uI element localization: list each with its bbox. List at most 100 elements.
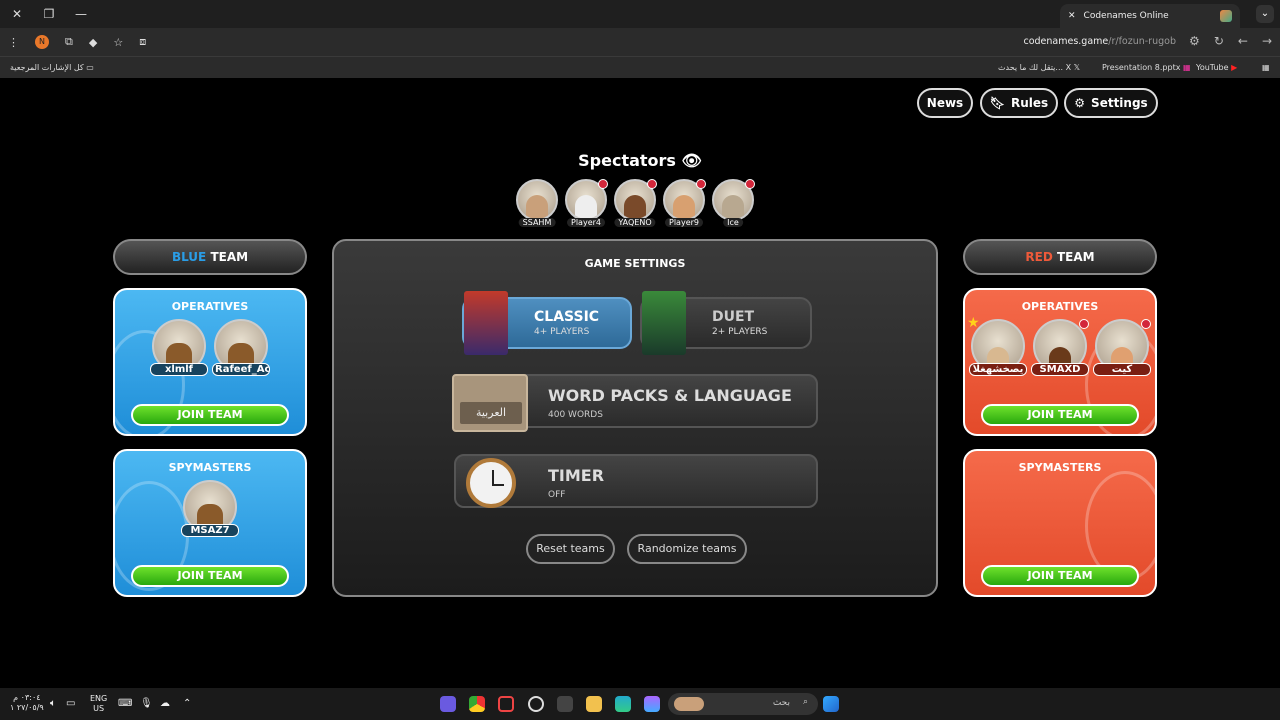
tab-list-icon[interactable]: ⌄ (1256, 5, 1274, 23)
reset-teams-button[interactable]: Reset teams (526, 534, 615, 564)
game-settings-title: GAME SETTINGS (584, 257, 686, 270)
taskbar-search[interactable]: بحث ⌕ (668, 693, 818, 715)
settings-button[interactable]: ⚙ Settings (1064, 88, 1158, 118)
windows-start-icon[interactable] (823, 696, 839, 712)
extension-diamond-icon[interactable]: ◆ (89, 36, 97, 49)
spectator[interactable]: YAQENO (613, 179, 657, 227)
randomize-teams-button[interactable]: Randomize teams (627, 534, 747, 564)
file-explorer-icon[interactable] (586, 696, 602, 712)
join-red-operatives-button[interactable]: JOIN TEAM (981, 404, 1139, 426)
bookmark-x-label: يتقل لك ما يحدث... X (998, 63, 1072, 72)
forward-icon[interactable]: → (1262, 34, 1272, 48)
blue-operatives-panel: OPERATIVES xlmlf Rafeef_Ac JOIN TEAM (113, 288, 307, 436)
red-team-word: TEAM (1056, 250, 1095, 264)
mode-classic[interactable]: CLASSIC 4+ PLAYERS (462, 291, 632, 355)
restore-window-icon[interactable]: ❐ (42, 7, 56, 21)
apps-grid-icon[interactable]: ▦ (1262, 63, 1270, 72)
player-card[interactable]: xlmlf (150, 319, 208, 376)
bookmark-presentation[interactable]: Presentation 8.pptx ▦ (1102, 63, 1191, 72)
blue-spymasters-panel: SPYMASTERS MSAZ7 JOIN TEAM (113, 449, 307, 597)
bookmark-x[interactable]: يتقل لك ما يحدث... X 𝕏 (998, 63, 1080, 72)
word-packs-button[interactable]: العربية WORD PACKS & LANGUAGE 400 WORDS (452, 374, 818, 432)
clock-time: ٠٣:٠٤ م (13, 693, 41, 702)
extensions-icon[interactable]: ⧉ (65, 35, 73, 49)
minimize-window-icon[interactable]: — (74, 7, 88, 21)
address-bar: ⋮ N ⧉ ◆ ☆ ⧈ codenames.game/r/fozun-rugob… (0, 28, 1280, 56)
timer-sub: OFF (548, 490, 566, 500)
mode-classic-sub: 4+ PLAYERS (534, 327, 590, 337)
reload-icon[interactable]: ↻ (1214, 34, 1224, 48)
menu-icon[interactable]: ⋮ (8, 36, 19, 49)
spectator[interactable]: Player4 (564, 179, 608, 227)
player-name: يصخشهغلا (969, 363, 1027, 376)
join-blue-operatives-button[interactable]: JOIN TEAM (131, 404, 289, 426)
microphone-icon[interactable]: 🎙︎ (140, 698, 153, 709)
chrome-icon[interactable] (469, 696, 485, 712)
player-card[interactable]: ★ يصخشهغلا (967, 315, 1027, 376)
app-badge-icon[interactable] (498, 696, 514, 712)
bookmark-star-icon[interactable]: ☆ (113, 36, 123, 49)
edge-icon[interactable] (615, 696, 631, 712)
blue-operatives-title: OPERATIVES (171, 300, 249, 313)
classic-box-art (464, 291, 508, 355)
player-name: MSAZ7 (181, 524, 239, 537)
site-settings-icon[interactable]: ⚙ (1189, 34, 1200, 48)
keyboard-icon[interactable]: ⌨ (118, 698, 132, 709)
discord-icon[interactable] (440, 696, 456, 712)
offline-badge-icon (696, 179, 706, 189)
spectator[interactable]: Player9 (662, 179, 706, 227)
cloud-icon[interactable]: ☁ (160, 698, 170, 709)
join-red-spymasters-button[interactable]: JOIN TEAM (981, 565, 1139, 587)
blue-team-color-word: BLUE (171, 250, 207, 264)
word-packs-title: WORD PACKS & LANGUAGE (548, 386, 792, 405)
tab-codenames[interactable]: ✕ Codenames Online (1060, 4, 1240, 28)
youtube-icon: ▶ (1231, 63, 1238, 72)
url-field[interactable]: codenames.game/r/fozun-rugob (1023, 36, 1176, 47)
clock[interactable]: ٠٣:٠٤ م ٢٧/٠٥/٩ ١ (10, 693, 44, 713)
translate-icon[interactable]: ⧈ (139, 35, 146, 49)
timer-title: TIMER (548, 466, 605, 485)
rules-button[interactable]: 🔖︎ Rules (980, 88, 1058, 118)
clock-date: ٢٧/٠٥/٩ ١ (10, 703, 44, 712)
close-tab-icon[interactable]: ✕ (1068, 11, 1076, 21)
player-card[interactable]: SMAXD (1031, 319, 1089, 376)
close-window-icon[interactable]: ✕ (10, 7, 24, 21)
chevron-up-icon[interactable]: ⌃ (183, 698, 191, 709)
browser-tab-bar: ✕ ❐ — + ✕ Codenames Online ⌄ (0, 0, 1280, 28)
blue-spymasters-title: SPYMASTERS (168, 461, 252, 474)
language-indicator[interactable]: ENG US (90, 694, 107, 714)
profile-icon[interactable]: N (35, 35, 49, 49)
player-name: xlmlf (150, 363, 208, 376)
codenames-lobby: News 🔖︎ Rules ⚙ Settings Spectators 👁︎ SSA… (0, 78, 1280, 688)
mode-duet[interactable]: DUET 2+ PLAYERS (640, 291, 812, 355)
player-card[interactable]: كيت (1093, 319, 1151, 376)
url-path: /r/fozun-rugob (1108, 36, 1176, 47)
player-card[interactable]: Rafeef_Ac (212, 319, 270, 376)
star-icon: ★ (967, 315, 980, 331)
timer-button[interactable]: TIMER OFF (454, 454, 818, 508)
bookmark-presentation-label: Presentation 8.pptx (1102, 63, 1181, 72)
taskbar: ٠٣:٠٤ م ٢٧/٠٥/٩ ١ 🔈︎ ▭ ENG US ⌨ 🎙︎ ☁ ⌃ بحث… (0, 688, 1280, 720)
spectator[interactable]: Ice (711, 179, 755, 227)
bookmark-youtube[interactable]: YouTube ▶ (1196, 63, 1237, 72)
store-icon[interactable] (557, 696, 573, 712)
gear-icon: ⚙ (1074, 96, 1086, 110)
eye-icon: 👁︎ (681, 151, 702, 170)
url-host: codenames.game (1023, 36, 1109, 47)
duet-box-art (642, 291, 686, 355)
spectator[interactable]: SSAHM (515, 179, 559, 227)
search-icon: ⌕ (802, 697, 808, 707)
network-icon[interactable]: ▭ (66, 698, 75, 709)
player-card[interactable]: MSAZ7 (181, 480, 239, 537)
mode-duet-name: DUET (712, 309, 755, 325)
join-blue-spymasters-button[interactable]: JOIN TEAM (131, 565, 289, 587)
back-icon[interactable]: ← (1238, 34, 1248, 48)
mode-classic-name: CLASSIC (534, 309, 600, 325)
copilot-icon[interactable] (644, 696, 660, 712)
all-bookmarks[interactable]: كل الإشارات المرجعية ▭ (10, 63, 94, 72)
codenames-favicon-icon (1220, 10, 1232, 22)
player-name: كيت (1093, 363, 1151, 376)
news-button[interactable]: News (917, 88, 973, 118)
speaker-icon[interactable]: 🔈︎ (50, 698, 56, 709)
settings-app-icon[interactable] (528, 696, 544, 712)
